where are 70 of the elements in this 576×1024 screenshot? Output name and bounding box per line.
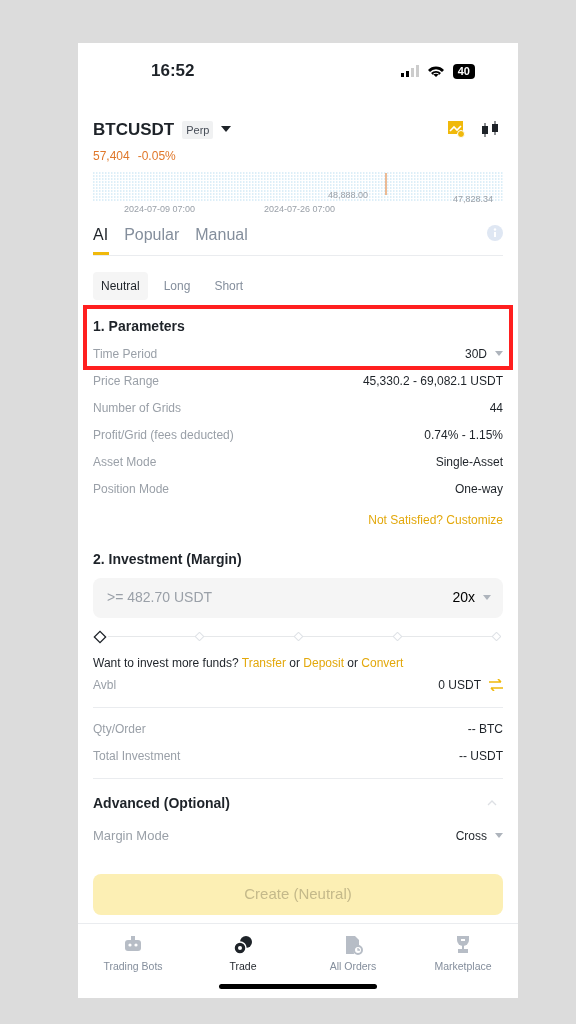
caret-icon — [495, 351, 503, 357]
strategy-tab[interactable]: Neutral — [93, 271, 148, 300]
signal-icon — [400, 65, 419, 77]
investment-field[interactable]: >= 482.70 USDT 20x — [93, 577, 503, 618]
field-label: Qty/Order — [93, 721, 146, 738]
price-label: 48,888.00 — [328, 189, 369, 200]
field-label: Number of Grids — [93, 400, 182, 417]
field-value: 45,330.2 - 69,082.1 USDT — [362, 373, 503, 390]
slider-stop-icon[interactable] — [392, 631, 402, 641]
field-label: Profit/Grid (fees deducted) — [93, 427, 234, 444]
info-icon[interactable] — [487, 224, 503, 241]
field-label: Total Investment — [93, 748, 181, 765]
slider-stop-icon[interactable] — [194, 631, 204, 641]
transfer-link[interactable]: Transfer — [241, 655, 286, 670]
tab[interactable]: Manual — [195, 222, 248, 255]
battery-level: 40 — [452, 63, 475, 79]
candlestick-icon[interactable] — [481, 121, 499, 139]
date-label: 2024-07-26 07:00 — [264, 203, 336, 214]
section-title: 1. Parameters — [93, 316, 186, 336]
transfer-icon[interactable] — [489, 679, 503, 691]
field-value: 0 USDT — [438, 677, 481, 694]
convert-link[interactable]: Convert — [361, 655, 404, 670]
field-value: 0.74% - 1.15% — [424, 427, 503, 444]
nav-item[interactable]: All Orders — [298, 933, 408, 976]
field-value: 44 — [489, 400, 503, 417]
contract-tag: Perp — [182, 120, 214, 139]
field-label: Asset Mode — [93, 454, 157, 471]
tab[interactable]: Popular — [124, 222, 180, 255]
date-label: 2024-07-09 07:00 — [124, 203, 196, 214]
slider-stop-icon[interactable] — [293, 631, 303, 641]
chart-settings-icon[interactable] — [448, 121, 465, 139]
slider-thumb[interactable] — [93, 629, 107, 644]
document-clock-icon — [343, 934, 363, 955]
nav-item[interactable]: Trading Bots — [78, 933, 188, 976]
nav-item[interactable]: Trade — [188, 933, 298, 976]
dropdown-caret-icon[interactable] — [221, 126, 232, 134]
leverage-dropdown[interactable]: 20x — [452, 587, 491, 608]
price-line — [385, 172, 387, 195]
field-label: Price Range — [93, 373, 160, 390]
last-price: 57,404 — [93, 147, 130, 165]
time-period-dropdown[interactable]: 30D — [465, 345, 503, 363]
slider-stop-icon[interactable] — [491, 631, 501, 641]
field-value: -- BTC — [467, 721, 503, 738]
section-title: 2. Investment (Margin) — [93, 549, 243, 569]
price-label: 47,828.34 — [453, 193, 494, 204]
strategy-tab[interactable]: Long — [155, 271, 199, 300]
field-value: -- USDT — [459, 748, 503, 765]
field-value: Single-Asset — [435, 454, 503, 471]
coins-icon — [233, 934, 253, 955]
home-indicator[interactable] — [219, 984, 377, 989]
field-label: Avbl — [93, 677, 117, 694]
strategy-tab[interactable]: Short — [206, 271, 252, 300]
deposit-link[interactable]: Deposit — [303, 655, 344, 670]
caret-icon — [495, 832, 503, 839]
symbol-title: BTCUSDT — [93, 119, 175, 141]
section-title: Advanced (Optional) — [93, 793, 230, 813]
customize-link[interactable]: Not Satisfied? Customize — [368, 512, 503, 527]
margin-mode-dropdown[interactable]: Cross — [455, 826, 503, 845]
field-label: Margin Mode — [93, 826, 169, 845]
field-label: Time Period — [93, 346, 158, 363]
field-value: One-way — [454, 481, 503, 498]
wifi-icon — [426, 64, 445, 78]
status-time: 16:52 — [151, 60, 195, 83]
caret-icon — [483, 594, 491, 601]
collapse-chevron-icon[interactable] — [487, 800, 497, 806]
price-change: -0.05% — [137, 147, 176, 165]
tab[interactable]: AI — [93, 222, 109, 255]
field-label: Position Mode — [93, 481, 170, 498]
funds-text: Want to invest more funds? Transfer or Deposit or Convert — [93, 654, 405, 672]
nav-item[interactable]: Marketplace — [408, 933, 518, 976]
